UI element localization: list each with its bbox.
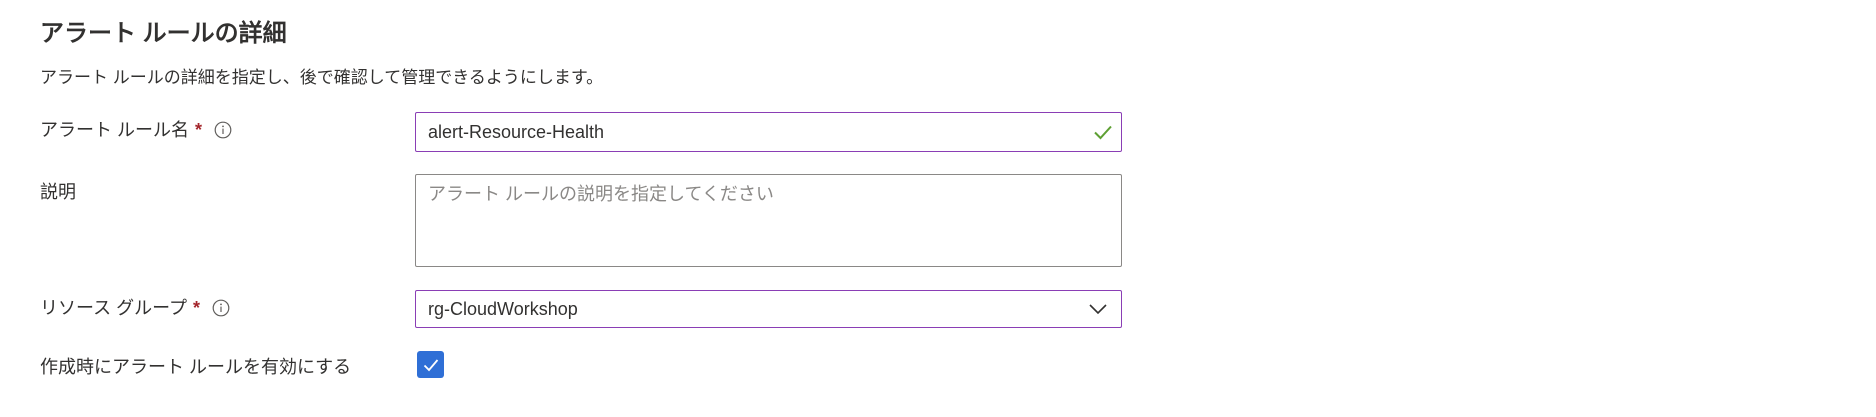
description-textarea[interactable] — [415, 174, 1122, 267]
enable-on-create-checkbox[interactable] — [417, 351, 444, 378]
info-icon[interactable] — [212, 299, 230, 317]
rule-name-field — [415, 112, 1122, 152]
description-label-row: 説明 — [40, 178, 76, 206]
enable-on-create-label-row: 作成時にアラート ルールを有効にする — [40, 353, 351, 381]
required-mark: * — [193, 298, 201, 318]
resource-group-selected-value: rg-CloudWorkshop — [428, 298, 578, 319]
checkbox-checked-icon — [423, 358, 438, 371]
rule-name-label-row: アラート ルール名 * — [40, 116, 232, 144]
description-label: 説明 — [40, 182, 76, 202]
resource-group-dropdown[interactable]: rg-CloudWorkshop — [415, 290, 1122, 328]
section-title: アラート ルールの詳細 — [40, 20, 287, 47]
info-icon[interactable] — [214, 121, 232, 139]
rule-name-label: アラート ルール名 — [40, 120, 190, 140]
rule-name-input[interactable] — [415, 112, 1122, 152]
required-mark: * — [195, 120, 203, 140]
section-description: アラート ルールの詳細を指定し、後で確認して管理できるようにします。 — [40, 68, 604, 87]
resource-group-label-row: リソース グループ * — [40, 294, 230, 322]
chevron-down-icon — [1089, 304, 1107, 315]
resource-group-label: リソース グループ — [40, 298, 188, 318]
checkmark-icon — [1094, 125, 1112, 140]
enable-on-create-label: 作成時にアラート ルールを有効にする — [40, 357, 352, 377]
